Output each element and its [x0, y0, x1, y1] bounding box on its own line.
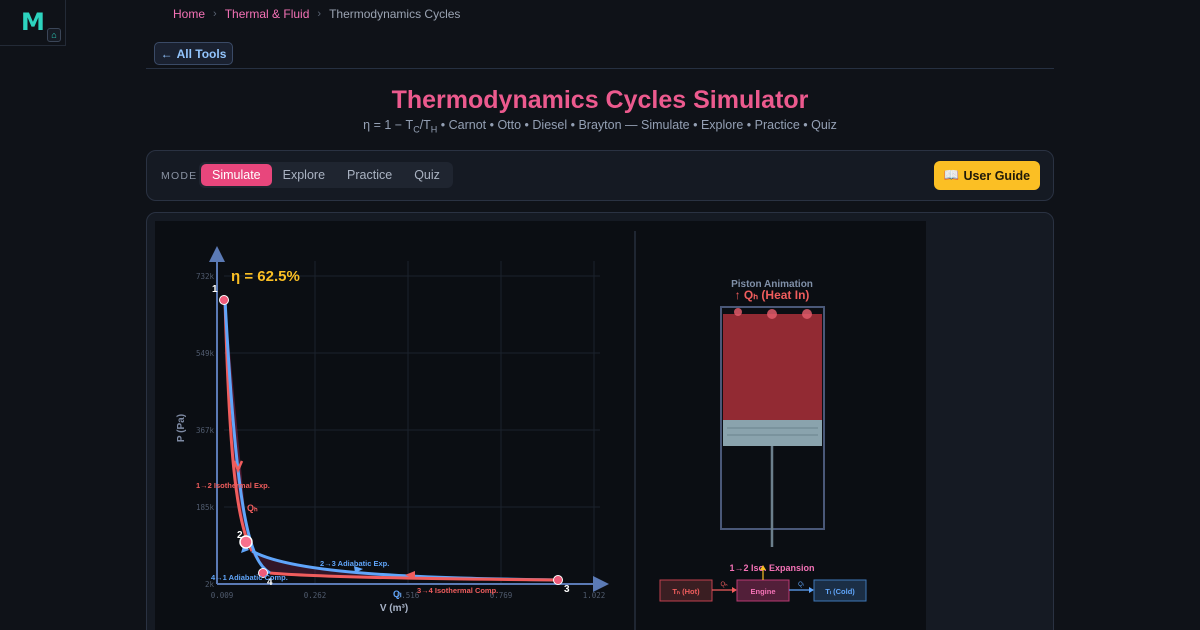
simulation-svg: P (Pa) V (m³) 732k 549k 367k 185k 2k 0.0… — [176, 231, 867, 630]
subtitle-eta: η = 1 − T — [363, 118, 414, 132]
breadcrumb-current: Thermodynamics Cycles — [329, 7, 461, 21]
user-guide-label: User Guide — [963, 168, 1031, 183]
y-tick-label: 185k — [196, 503, 215, 512]
process-stage-label: 1→2 Iso. Expansion — [729, 563, 814, 573]
chevron-right-icon: › — [317, 8, 322, 20]
x-tick-label: 0.262 — [304, 591, 327, 600]
y-tick-label: 367k — [196, 426, 215, 435]
gas-particle — [767, 309, 777, 319]
engine-label: Engine — [750, 587, 775, 596]
arrow-head-icon — [809, 587, 814, 593]
tab-explore[interactable]: Explore — [272, 164, 336, 186]
process-label-1-2: 1→2 Isothermal Exp. — [196, 481, 270, 490]
heat-out-label: Qₗ — [393, 589, 402, 599]
gas-chamber — [723, 314, 822, 420]
tab-practice[interactable]: Practice — [336, 164, 403, 186]
home-icon[interactable]: ⌂ — [47, 28, 61, 42]
state-label-3: 3 — [564, 584, 570, 595]
state-label-2: 2 — [237, 530, 243, 541]
header-divider — [146, 68, 1054, 69]
subtitle-slash: /T — [419, 118, 431, 132]
page-subtitle: η = 1 − TC/TH • Carnot • Otto • Diesel •… — [0, 118, 1200, 135]
process-label-2-3: 2→3 Adiabatic Exp. — [320, 559, 389, 568]
user-guide-button[interactable]: 📖 User Guide — [934, 161, 1040, 190]
hot-reservoir-label: Tₕ (Hot) — [672, 587, 700, 596]
x-axis-label: V (m³) — [380, 603, 408, 614]
subtitle-rest: • Carnot • Otto • Diesel • Brayton — Sim… — [437, 118, 837, 132]
mode-label: MODE — [161, 170, 198, 182]
x-tick-label: 0.009 — [211, 591, 234, 600]
simulation-panel: P (Pa) V (m³) 732k 549k 367k 185k 2k 0.0… — [146, 212, 1054, 630]
arrow-head-icon — [732, 587, 737, 593]
process-label-3-4: 3→4 Isothermal Comp. — [417, 586, 498, 595]
breadcrumb-home[interactable]: Home — [173, 7, 205, 21]
mode-bar: MODE Simulate Explore Practice Quiz 📖 Us… — [146, 150, 1054, 201]
cold-reservoir-label: Tₗ (Cold) — [825, 587, 855, 596]
simulation-canvas[interactable]: P (Pa) V (m³) 732k 549k 367k 185k 2k 0.0… — [155, 221, 926, 630]
logo-mark: M — [21, 8, 45, 36]
arrow-left-icon: ← — [160, 46, 173, 61]
y-tick-label: 732k — [196, 272, 215, 281]
heat-in-label: Qₕ — [247, 503, 258, 513]
book-icon: 📖 — [943, 168, 960, 182]
page-title: Thermodynamics Cycles Simulator — [391, 86, 809, 114]
mode-tabs: Simulate Explore Practice Quiz — [199, 162, 453, 188]
y-tick-label: 549k — [196, 349, 215, 358]
all-tools-label: All Tools — [176, 46, 227, 61]
breadcrumb-category[interactable]: Thermal & Fluid — [225, 7, 310, 21]
y-axis-label: P (Pa) — [176, 414, 187, 442]
state-point-1[interactable] — [219, 295, 229, 305]
state-point-3[interactable] — [553, 575, 563, 585]
tab-quiz[interactable]: Quiz — [403, 164, 451, 186]
piston-head[interactable] — [723, 420, 822, 446]
pv-grid — [224, 261, 600, 584]
energy-flow-diagram: Tₕ (Hot) Qₕ Engine Qₗ Tₗ (Cold) — [659, 565, 867, 602]
all-tools-button[interactable]: ← All Tools — [154, 42, 233, 65]
x-tick-label: 1.022 — [583, 591, 606, 600]
engine-qc-label: Qₗ — [798, 582, 804, 588]
process-1-2-curve — [223, 299, 254, 552]
process-label-4-1: 4→1 Adiabatic Comp. — [211, 573, 288, 582]
engine-qh-label: Qₕ — [720, 582, 728, 588]
gas-particle — [734, 308, 742, 316]
state-label-1: 1 — [212, 284, 218, 295]
chevron-right-icon: › — [213, 8, 217, 20]
heat-in-indicator: ↑ Qₕ (Heat In) — [735, 288, 810, 302]
breadcrumb: Home › Thermal & Fluid › Thermodynamics … — [173, 7, 460, 21]
gas-particle — [802, 309, 812, 319]
site-logo[interactable]: M ⌂ — [0, 0, 66, 46]
efficiency-readout: η = 62.5% — [231, 268, 300, 285]
tab-simulate[interactable]: Simulate — [201, 164, 272, 186]
